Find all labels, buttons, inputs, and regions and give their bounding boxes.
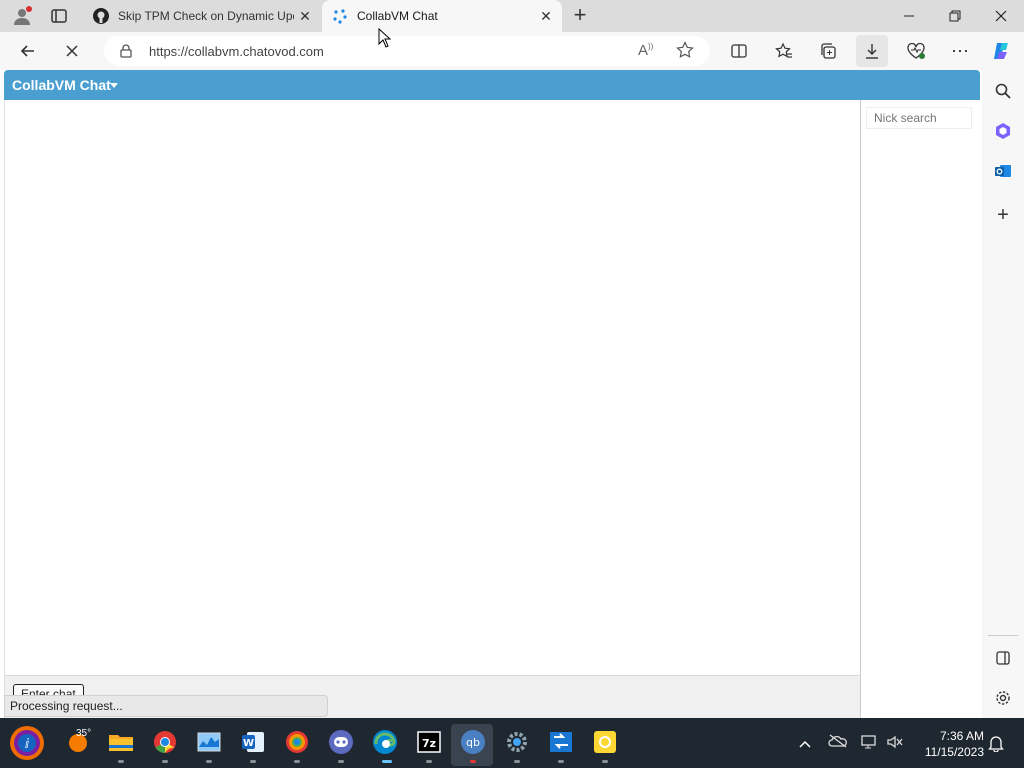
mouse-cursor-icon: [378, 27, 392, 53]
tab-title: CollabVM Chat: [357, 9, 438, 23]
svg-text:7z: 7z: [422, 737, 436, 750]
web-page: CollabVM Chat Enter chat: [0, 70, 982, 718]
file-explorer-icon[interactable]: [106, 727, 136, 757]
qbittorrent-icon[interactable]: qb: [458, 727, 488, 757]
add-icon[interactable]: +: [990, 202, 1016, 228]
close-tab-icon[interactable]: ✕: [297, 8, 313, 24]
favorites-icon[interactable]: [768, 35, 800, 67]
running-indicator: [162, 760, 168, 763]
sidebar-divider: [988, 635, 1018, 636]
volume-muted-icon[interactable]: [886, 734, 904, 755]
chevron-down-icon[interactable]: [110, 83, 118, 88]
clock-time: 7:36 AM: [939, 729, 984, 743]
read-aloud-icon[interactable]: A)): [638, 42, 653, 59]
more-options-icon[interactable]: ⋯: [944, 35, 976, 67]
profile-icon[interactable]: [12, 6, 32, 26]
firefox-icon[interactable]: [282, 727, 312, 757]
tab-collabvm-chat[interactable]: CollabVM Chat ✕: [322, 0, 562, 32]
weather-temperature: 35°: [76, 728, 92, 739]
running-indicator: [602, 760, 608, 763]
tab-title: Skip TPM Check on Dynamic Upd: [118, 9, 294, 23]
running-indicator: [426, 760, 432, 763]
favorite-star-icon[interactable]: [676, 41, 694, 64]
edge-sidebar: +: [982, 70, 1024, 718]
close-window-button[interactable]: [978, 0, 1024, 32]
restore-button[interactable]: [932, 0, 978, 32]
svg-text:ⅈ: ⅈ: [25, 737, 30, 752]
clock-date: 11/15/2023: [924, 745, 984, 759]
running-indicator: [382, 760, 392, 763]
7zip-icon[interactable]: 7z: [414, 727, 444, 757]
search-icon[interactable]: [990, 78, 1016, 104]
minimize-button[interactable]: [886, 0, 932, 32]
chat-messages-area: [4, 100, 861, 675]
chat-title[interactable]: CollabVM Chat: [12, 77, 111, 93]
browser-essentials-icon[interactable]: [900, 35, 932, 67]
edge-icon[interactable]: [370, 727, 400, 757]
remote-desktop-icon[interactable]: [546, 727, 576, 757]
url-text[interactable]: https://collabvm.chatovod.com: [149, 44, 324, 59]
taskbar: ⅈ 35° W 7z qb 7:36 AM 11/15/2023: [0, 718, 1024, 768]
running-indicator: [514, 760, 520, 763]
notifications-bell-icon[interactable]: [988, 734, 1004, 757]
downloads-icon[interactable]: [856, 35, 888, 67]
chrome-icon[interactable]: [150, 727, 180, 757]
system-clock[interactable]: 7:36 AM 11/15/2023: [912, 728, 984, 760]
settings-gear-icon[interactable]: [990, 685, 1016, 711]
browser-toolbar: https://collabvm.chatovod.com A)) ⋯: [0, 32, 1024, 70]
tab-actions-icon[interactable]: [50, 7, 68, 25]
split-screen-icon[interactable]: [723, 35, 755, 67]
status-bar: Processing request...: [4, 695, 328, 717]
back-button[interactable]: [12, 35, 44, 67]
resource-monitor-icon[interactable]: [194, 727, 224, 757]
close-tab-icon[interactable]: ✕: [538, 8, 554, 24]
running-indicator: [558, 760, 564, 763]
stop-loading-button[interactable]: [56, 35, 88, 67]
running-indicator: [294, 760, 300, 763]
microsoft-365-icon[interactable]: [990, 118, 1016, 144]
nick-search-input[interactable]: [866, 107, 972, 129]
running-indicator: [250, 760, 256, 763]
github-icon: [93, 8, 109, 24]
address-bar[interactable]: https://collabvm.chatovod.com A)): [104, 36, 710, 66]
svg-text:qb: qb: [466, 736, 480, 749]
chat-header: CollabVM Chat: [4, 70, 980, 100]
show-hidden-icons-chevron-icon[interactable]: [798, 736, 812, 754]
new-tab-button[interactable]: +: [568, 3, 592, 27]
outlook-icon[interactable]: [990, 158, 1016, 184]
tab-strip: Skip TPM Check on Dynamic Upd ✕ CollabVM…: [0, 0, 1024, 32]
discord-icon[interactable]: [326, 727, 356, 757]
collections-icon[interactable]: [812, 35, 844, 67]
word-icon[interactable]: W: [238, 727, 268, 757]
copilot-icon[interactable]: [986, 35, 1018, 67]
running-indicator: [470, 760, 476, 763]
network-icon[interactable]: [860, 734, 878, 755]
media-player-icon[interactable]: [590, 727, 620, 757]
hide-sidebar-icon[interactable]: [990, 645, 1016, 671]
settings-icon[interactable]: [502, 727, 532, 757]
running-indicator: [206, 760, 212, 763]
onedrive-offline-icon[interactable]: [828, 734, 848, 753]
collabvm-icon: [332, 8, 348, 24]
running-indicator: [118, 760, 124, 763]
lock-icon[interactable]: [119, 44, 133, 63]
svg-text:W: W: [243, 738, 254, 749]
running-indicator: [338, 760, 344, 763]
tab-skip-tpm[interactable]: Skip TPM Check on Dynamic Upd ✕: [85, 0, 321, 32]
nick-list-panel: [861, 100, 980, 718]
start-button[interactable]: ⅈ: [8, 724, 46, 762]
